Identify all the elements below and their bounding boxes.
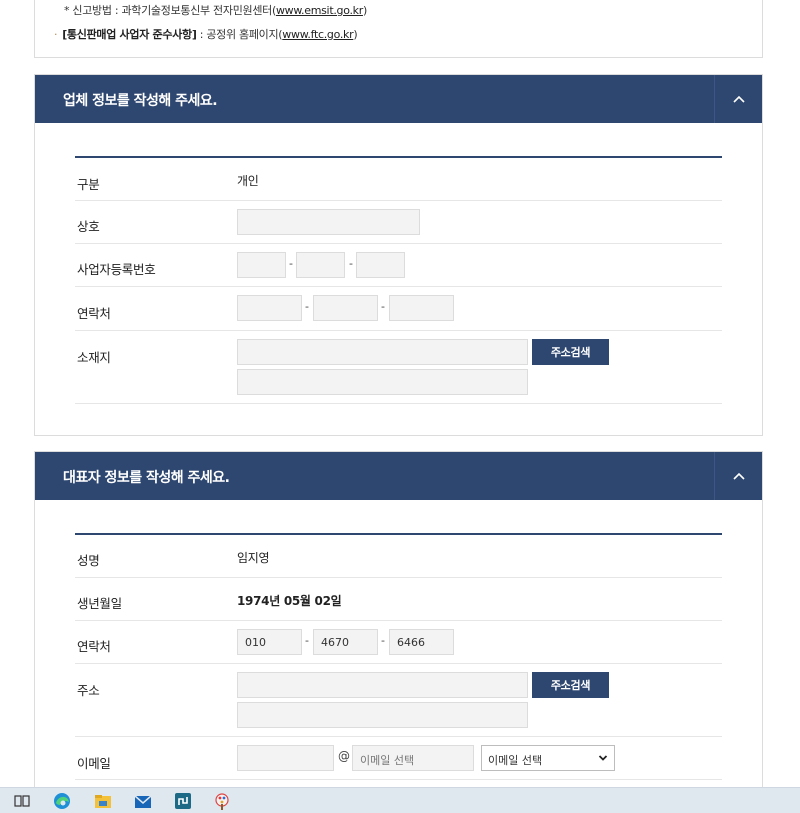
edge-browser-icon[interactable] bbox=[52, 791, 72, 811]
notice-line-compliance: · [통신판매업 사업자 준수사항] : 공정위 홈페이지(www.ftc.go.… bbox=[54, 26, 358, 42]
chevron-up-icon bbox=[732, 472, 745, 480]
row-location: 소재지 주소검색 bbox=[75, 331, 722, 404]
notice-compliance-text: : 공정위 홈페이지( bbox=[196, 28, 283, 41]
row-rep-name: 성명 임지영 bbox=[75, 535, 722, 578]
row-email: 이메일 @ 이메일 선택 이메일 선택 bbox=[75, 737, 722, 780]
row-business-name: 상호 bbox=[75, 201, 722, 244]
location-detail-input[interactable] bbox=[237, 369, 528, 395]
company-phone-input-3[interactable] bbox=[389, 295, 454, 321]
email-label: 이메일 bbox=[77, 756, 111, 771]
task-view-icon[interactable] bbox=[12, 791, 32, 811]
rep-phone-sep-2: - bbox=[381, 634, 385, 647]
company-info-header: 업체 정보를 작성해 주세요. bbox=[35, 75, 762, 123]
business-name-label: 상호 bbox=[77, 219, 100, 234]
email-domain-select-value: 이메일 선택 bbox=[488, 754, 543, 767]
rep-phone-sep-1: - bbox=[305, 634, 309, 647]
email-id-input[interactable] bbox=[237, 745, 334, 771]
biz-number-sep-1: - bbox=[289, 257, 293, 270]
notice-compliance-end: ) bbox=[353, 28, 358, 41]
taskbar bbox=[0, 787, 800, 813]
representative-form: 성명 임지영 생년월일 1974년 05월 02일 연락처 010 - 4670… bbox=[75, 533, 722, 783]
company-form: 구분 개인 상호 사업자등록번호 - - 연락처 - - 소재지 주소검색 bbox=[75, 156, 722, 404]
location-label: 소재지 bbox=[77, 350, 111, 365]
location-address-input[interactable] bbox=[237, 339, 528, 365]
rep-address-input[interactable] bbox=[237, 672, 528, 698]
biz-number-input-3[interactable] bbox=[356, 252, 405, 278]
biz-number-input-2[interactable] bbox=[296, 252, 345, 278]
notice-line-report-end: ) bbox=[362, 4, 367, 17]
rep-contact-label: 연락처 bbox=[77, 639, 111, 654]
row-type: 구분 개인 bbox=[75, 158, 722, 201]
representative-info-header: 대표자 정보를 작성해 주세요. bbox=[35, 452, 762, 500]
row-biz-number: 사업자등록번호 - - bbox=[75, 244, 722, 287]
collapse-toggle-company[interactable] bbox=[714, 75, 762, 123]
rep-phone-input-1[interactable]: 010 bbox=[237, 629, 302, 655]
notice-line-report: * 신고방법 : 과학기술정보통신부 전자민원센터(www.emsit.go.k… bbox=[64, 2, 367, 18]
biz-number-sep-2: - bbox=[349, 257, 353, 270]
type-label: 구분 bbox=[77, 177, 100, 192]
representative-info-title: 대표자 정보를 작성해 주세요. bbox=[63, 470, 230, 486]
app-icon[interactable] bbox=[173, 791, 193, 811]
notice-box: * 신고방법 : 과학기술정보통신부 전자민원센터(www.emsit.go.k… bbox=[34, 0, 763, 58]
chevron-up-icon bbox=[732, 95, 745, 103]
company-contact-label: 연락처 bbox=[77, 306, 111, 321]
emsit-link[interactable]: www.emsit.go.kr bbox=[276, 4, 363, 17]
rep-name-value: 임지영 bbox=[237, 551, 270, 565]
rep-address-detail-input[interactable] bbox=[237, 702, 528, 728]
rep-address-label: 주소 bbox=[77, 683, 100, 698]
ftc-link[interactable]: www.ftc.go.kr bbox=[282, 28, 353, 41]
rep-phone-input-2[interactable]: 4670 bbox=[313, 629, 378, 655]
row-rep-address: 주소 주소검색 bbox=[75, 664, 722, 737]
company-phone-input-1[interactable] bbox=[237, 295, 302, 321]
notice-compliance-title: [통신판매업 사업자 준수사항] bbox=[62, 28, 197, 41]
email-at-sign: @ bbox=[338, 749, 350, 763]
birthdate-label: 생년월일 bbox=[77, 596, 122, 611]
biz-number-input-1[interactable] bbox=[237, 252, 286, 278]
company-phone-sep-1: - bbox=[305, 300, 309, 313]
biz-number-label: 사업자등록번호 bbox=[77, 262, 156, 277]
company-phone-input-2[interactable] bbox=[313, 295, 378, 321]
company-address-search-button[interactable]: 주소검색 bbox=[532, 339, 609, 365]
collapse-toggle-representative[interactable] bbox=[714, 452, 762, 500]
type-value: 개인 bbox=[237, 174, 259, 188]
company-info-title: 업체 정보를 작성해 주세요. bbox=[63, 93, 218, 109]
rep-phone-input-3[interactable]: 6466 bbox=[389, 629, 454, 655]
company-phone-sep-2: - bbox=[381, 300, 385, 313]
page: * 신고방법 : 과학기술정보통신부 전자민원센터(www.emsit.go.k… bbox=[0, 0, 800, 787]
rep-name-label: 성명 bbox=[77, 553, 100, 568]
email-domain-input[interactable]: 이메일 선택 bbox=[352, 745, 474, 771]
row-rep-contact: 연락처 010 - 4670 - 6466 bbox=[75, 621, 722, 664]
rep-address-search-button[interactable]: 주소검색 bbox=[532, 672, 609, 698]
row-company-contact: 연락처 - - bbox=[75, 287, 722, 331]
mail-icon[interactable] bbox=[133, 791, 153, 811]
business-name-input[interactable] bbox=[237, 209, 420, 235]
bullet-dot: · bbox=[54, 28, 58, 41]
representative-info-panel: 대표자 정보를 작성해 주세요. 성명 임지영 생년월일 1974년 05월 0… bbox=[34, 451, 763, 787]
file-explorer-icon[interactable] bbox=[93, 791, 113, 811]
paint-icon[interactable] bbox=[212, 791, 232, 811]
birthdate-value: 1974년 05월 02일 bbox=[237, 594, 342, 608]
email-domain-select[interactable]: 이메일 선택 bbox=[481, 745, 615, 771]
chevron-down-icon bbox=[598, 755, 608, 761]
company-info-panel: 업체 정보를 작성해 주세요. 구분 개인 상호 사업자등록번호 - - 연락처… bbox=[34, 74, 763, 436]
notice-line-report-text: * 신고방법 : 과학기술정보통신부 전자민원센터( bbox=[64, 4, 276, 17]
row-birthdate: 생년월일 1974년 05월 02일 bbox=[75, 578, 722, 621]
